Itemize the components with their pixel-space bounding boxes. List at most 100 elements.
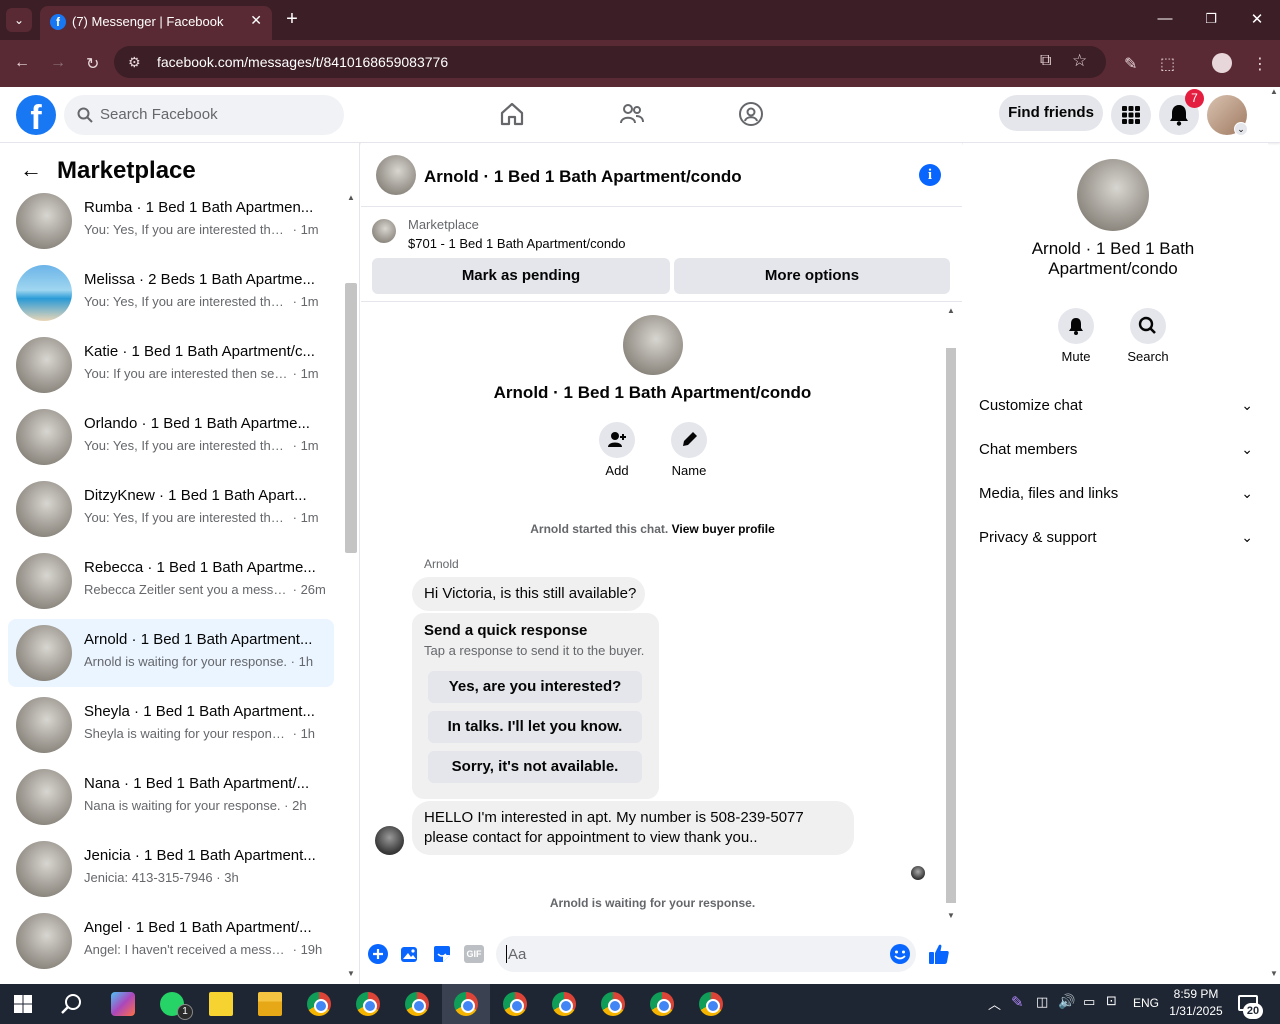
message-bubble[interactable]: Hi Victoria, is this still available?	[412, 577, 645, 611]
emoji-icon[interactable]	[889, 943, 911, 965]
clock[interactable]: 8:59 PM 1/31/2025	[1168, 986, 1224, 1020]
bookmark-star-icon[interactable]: ☆	[1072, 51, 1087, 71]
network-icon[interactable]: ▭	[1083, 994, 1095, 1010]
privacy-support-section[interactable]: Privacy & support ⌄	[979, 529, 1259, 546]
scroll-up-arrow-icon[interactable]: ▲	[1270, 87, 1278, 96]
close-tab-icon[interactable]: ✕	[250, 12, 262, 29]
more-options-button[interactable]: More options	[674, 258, 950, 294]
search-icon[interactable]	[61, 993, 83, 1015]
chrome-icon[interactable]	[356, 992, 380, 1016]
conversation-item[interactable]: Sheyla · 1 Bed 1 Bath Apartment... Sheyla…	[8, 691, 334, 759]
search-input[interactable]: Search Facebook	[64, 95, 344, 135]
customize-chat-section[interactable]: Customize chat ⌄	[979, 397, 1259, 414]
message-bubble[interactable]: HELLO I'm interested in apt. My number i…	[412, 801, 854, 855]
sender-avatar[interactable]	[375, 826, 404, 855]
scrollbar-thumb[interactable]	[946, 348, 956, 903]
pen-tray-icon[interactable]: ✎	[1011, 993, 1024, 1011]
conversation-item[interactable]: Arnold · 1 Bed 1 Bath Apartment... Arnold…	[8, 619, 334, 687]
profile-avatar[interactable]	[623, 315, 683, 375]
chrome-icon[interactable]	[699, 992, 723, 1016]
chevron-up-icon[interactable]: ︿	[988, 994, 1001, 1013]
add-button[interactable]	[599, 422, 635, 458]
chrome-icon[interactable]	[601, 992, 625, 1016]
site-info-icon[interactable]: ⚙	[128, 54, 141, 71]
facebook-logo-icon[interactable]: f	[16, 95, 56, 137]
chat-title[interactable]: Arnold · 1 Bed 1 Bath Apartment/condo	[424, 167, 742, 187]
left-scrollbar[interactable]: ▲ ▼	[345, 193, 357, 978]
conversation-item[interactable]: Angel · 1 Bed 1 Bath Apartment/... Angel:…	[8, 907, 334, 975]
details-avatar[interactable]	[1077, 159, 1149, 231]
chrome-icon[interactable]	[454, 992, 478, 1016]
display-icon[interactable]: ⊡	[1106, 993, 1117, 1009]
chat-members-section[interactable]: Chat members ⌄	[979, 441, 1259, 458]
home-icon[interactable]	[499, 101, 525, 127]
new-tab-button[interactable]: +	[277, 8, 307, 31]
profile-icon[interactable]	[1212, 53, 1232, 73]
page-scrollbar[interactable]: ▲ ▼	[1268, 87, 1280, 984]
search-conversation-button[interactable]	[1130, 308, 1166, 344]
scroll-up-arrow-icon[interactable]: ▲	[947, 306, 955, 315]
forward-arrow-icon[interactable]: →	[50, 54, 66, 72]
chat-avatar[interactable]	[376, 155, 416, 195]
photo-icon[interactable]	[400, 944, 420, 964]
volume-icon[interactable]: 🔊	[1058, 993, 1075, 1010]
scroll-up-arrow-icon[interactable]: ▲	[347, 193, 355, 202]
quick-response-yes-button[interactable]: Yes, are you interested?	[428, 671, 642, 703]
friends-icon[interactable]	[619, 101, 645, 127]
chrome-icon[interactable]	[503, 992, 527, 1016]
sticky-notes-icon[interactable]	[209, 992, 233, 1016]
omnibox[interactable]: ⚙ facebook.com/messages/t/84101686590837…	[114, 46, 1106, 78]
sticker-icon[interactable]	[432, 944, 452, 964]
conversation-item[interactable]: Katie · 1 Bed 1 Bath Apartment/c... You: …	[8, 331, 334, 399]
file-explorer-icon[interactable]	[258, 992, 282, 1016]
chrome-icon[interactable]	[552, 992, 576, 1016]
conversation-item[interactable]: Orlando · 1 Bed 1 Bath Apartme... You: Ye…	[8, 403, 334, 471]
close-window-button[interactable]: ✕	[1242, 10, 1272, 28]
groups-icon[interactable]	[738, 101, 764, 127]
chat-scrollbar[interactable]: ▲ ▼	[944, 306, 958, 926]
scroll-down-arrow-icon[interactable]: ▼	[1270, 969, 1278, 978]
quick-response-unavailable-button[interactable]: Sorry, it's not available.	[428, 751, 642, 783]
browser-tab-active[interactable]: f (7) Messenger | Facebook ✕	[40, 6, 272, 40]
message-input[interactable]: Aa	[496, 936, 916, 972]
chrome-icon[interactable]	[650, 992, 674, 1016]
language-indicator[interactable]: ENG	[1133, 996, 1159, 1010]
copilot-icon[interactable]	[111, 992, 135, 1016]
conversation-item[interactable]: Rumba · 1 Bed 1 Bath Apartmen... You: Yes…	[8, 187, 334, 255]
back-arrow-icon[interactable]: ←	[14, 54, 30, 72]
thumbs-up-icon[interactable]	[928, 943, 950, 965]
chrome-icon[interactable]	[307, 992, 331, 1016]
minimize-window-button[interactable]: —	[1150, 10, 1180, 27]
mark-as-pending-button[interactable]: Mark as pending	[372, 258, 670, 294]
chrome-icon[interactable]	[405, 992, 429, 1016]
extensions-puzzle-icon[interactable]: ⬚	[1160, 54, 1175, 74]
scroll-down-arrow-icon[interactable]: ▼	[947, 911, 955, 920]
browser-menu-icon[interactable]: ⋮	[1252, 54, 1268, 74]
restore-window-button[interactable]: ❐	[1196, 11, 1226, 27]
plus-circle-icon[interactable]	[368, 944, 388, 964]
mute-button[interactable]	[1058, 308, 1094, 344]
media-files-links-section[interactable]: Media, files and links ⌄	[979, 485, 1259, 502]
chevron-down-icon[interactable]: ⌄	[1234, 122, 1248, 136]
menu-button[interactable]	[1111, 95, 1151, 135]
back-arrow-icon[interactable]: ←	[20, 157, 42, 183]
gif-icon[interactable]: GIF	[464, 945, 484, 963]
find-friends-button[interactable]: Find friends	[999, 95, 1103, 131]
conversation-item[interactable]: Jenicia · 1 Bed 1 Bath Apartment... Jenic…	[8, 835, 334, 903]
scroll-down-arrow-icon[interactable]: ▼	[347, 969, 355, 978]
scrollbar-thumb[interactable]	[345, 283, 357, 553]
listing-description[interactable]: $701 - 1 Bed 1 Bath Apartment/condo	[408, 236, 626, 251]
windows-start-icon[interactable]	[14, 995, 32, 1013]
info-icon[interactable]: i	[919, 164, 941, 186]
pen-extension-icon[interactable]: ✎	[1124, 54, 1137, 74]
reload-icon[interactable]: ↻	[86, 54, 99, 74]
tab-search-button[interactable]: ⌄	[6, 8, 32, 32]
conversation-item[interactable]: DitzyKnew · 1 Bed 1 Bath Apart... You: Ye…	[8, 475, 334, 543]
view-buyer-profile-link[interactable]: View buyer profile	[672, 522, 775, 536]
name-button[interactable]	[671, 422, 707, 458]
listing-thumbnail[interactable]	[372, 219, 396, 243]
install-app-icon[interactable]: ⧉	[1040, 52, 1051, 70]
conversation-item[interactable]: Nana · 1 Bed 1 Bath Apartment/... Nana is…	[8, 763, 334, 831]
quick-response-talks-button[interactable]: In talks. I'll let you know.	[428, 711, 642, 743]
conversation-item[interactable]: Rebecca · 1 Bed 1 Bath Apartme... Rebecca…	[8, 547, 334, 615]
